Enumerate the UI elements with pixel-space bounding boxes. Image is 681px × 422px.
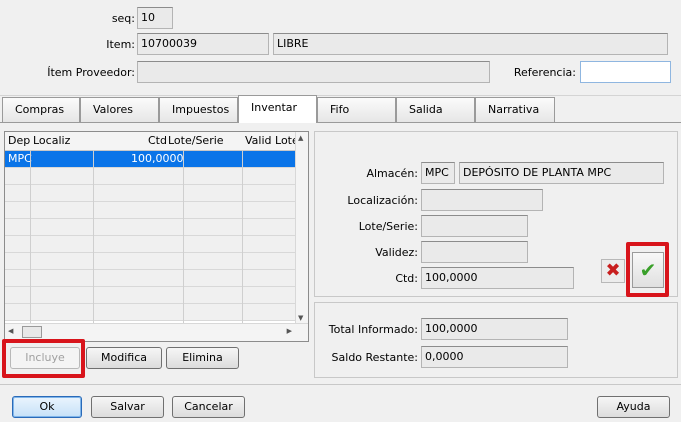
validity-field[interactable]	[421, 241, 528, 263]
cancel-button[interactable]: Cancelar	[172, 396, 245, 418]
column-divider	[183, 150, 184, 324]
highlight-box	[2, 339, 85, 378]
column-divider	[93, 150, 94, 324]
quantity-field[interactable]: 100,0000	[421, 267, 574, 289]
tab-impuestos[interactable]: Impuestos	[159, 97, 238, 122]
table-row[interactable]	[5, 304, 298, 321]
quantity-label: Ctd:	[395, 272, 418, 285]
scroll-thumb[interactable]	[22, 326, 42, 338]
column-divider	[30, 150, 31, 324]
table-row[interactable]	[5, 185, 298, 202]
warehouse-name-field[interactable]: DEPÓSITO DE PLANTA MPC	[459, 162, 664, 184]
seq-label: seq:	[111, 12, 135, 25]
tab-inventar[interactable]: Inventar	[238, 95, 317, 123]
tab-label: Fifo	[330, 103, 350, 116]
scroll-right-icon[interactable]: ▶	[287, 327, 292, 335]
total-informed-label: Total Informado:	[328, 323, 418, 336]
tab-narrativa[interactable]: Narrativa	[475, 97, 555, 122]
table-row[interactable]	[5, 253, 298, 270]
tab-label: Narrativa	[488, 103, 540, 116]
reference-field[interactable]	[580, 61, 671, 83]
item-code-field[interactable]: 10700039	[137, 33, 269, 55]
ok-button[interactable]: Ok	[12, 396, 82, 418]
table-row[interactable]	[5, 202, 298, 219]
supplier-item-field[interactable]	[137, 61, 490, 83]
cell-dep: MPC	[8, 152, 32, 165]
lot-label: Lote/Serie:	[358, 220, 418, 233]
modify-button[interactable]: Modifica	[86, 347, 162, 369]
item-description-field[interactable]: LIBRE	[273, 33, 668, 55]
inventory-grid[interactable]: Dep Localiz Ctd Lote/Serie Valid Lote MP…	[4, 131, 309, 342]
vertical-scrollbar[interactable]: ▲ ▼	[295, 132, 308, 324]
scroll-up-icon[interactable]: ▲	[298, 134, 303, 142]
table-row[interactable]: MPC 100,0000	[5, 151, 298, 168]
tab-salida[interactable]: Salida	[396, 97, 475, 122]
warehouse-code-field[interactable]: MPC	[421, 162, 455, 184]
table-row[interactable]	[5, 287, 298, 304]
scroll-down-icon[interactable]: ▼	[298, 314, 303, 322]
tab-label: Valores	[93, 103, 133, 116]
column-header-valid-lote[interactable]: Valid Lote	[245, 134, 299, 147]
tab-valores[interactable]: Valores	[80, 97, 159, 122]
supplier-item-label: Ítem Proveedor:	[47, 66, 135, 79]
column-header-dep[interactable]: Dep	[8, 134, 30, 147]
column-header-lote-serie[interactable]: Lote/Serie	[168, 134, 224, 147]
tab-label: Impuestos	[172, 103, 230, 116]
table-row[interactable]	[5, 168, 298, 185]
table-row[interactable]	[5, 219, 298, 236]
tab-fifo[interactable]: Fifo	[317, 97, 396, 122]
column-header-ctd[interactable]: Ctd	[148, 134, 167, 147]
table-row[interactable]	[5, 270, 298, 287]
column-divider	[242, 150, 243, 324]
location-label: Localización:	[347, 194, 418, 207]
cell-ctd: 100,0000	[131, 152, 184, 165]
table-row[interactable]	[5, 236, 298, 253]
column-header-localiz[interactable]: Localiz	[33, 134, 70, 147]
total-informed-field[interactable]: 100,0000	[421, 318, 568, 340]
help-button[interactable]: Ayuda	[597, 396, 670, 418]
highlight-box	[626, 242, 669, 297]
header-panel: seq: 10 Item: 10700039 LIBRE Ítem Provee…	[0, 0, 681, 96]
remaining-balance-label: Saldo Restante:	[331, 351, 418, 364]
seq-field[interactable]: 10	[137, 7, 173, 29]
warehouse-label: Almacén:	[366, 167, 418, 180]
grid-header: Dep Localiz Ctd Lote/Serie Valid Lote	[5, 132, 299, 151]
tab-label: Inventar	[251, 101, 298, 114]
save-button[interactable]: Salvar	[91, 396, 164, 418]
validity-label: Validez:	[375, 246, 418, 259]
remaining-balance-field[interactable]: 0,0000	[421, 346, 568, 368]
reference-label: Referencia:	[513, 66, 576, 79]
cancel-x-icon[interactable]: ✖	[601, 259, 625, 283]
scroll-left-icon[interactable]: ◀	[8, 327, 13, 335]
lot-field[interactable]	[421, 215, 528, 237]
item-label: Item:	[106, 38, 135, 51]
delete-button[interactable]: Elimina	[166, 347, 239, 369]
tab-label: Salida	[409, 103, 443, 116]
location-field[interactable]	[421, 189, 543, 211]
tab-label: Compras	[15, 103, 65, 116]
tab-compras[interactable]: Compras	[2, 97, 80, 122]
